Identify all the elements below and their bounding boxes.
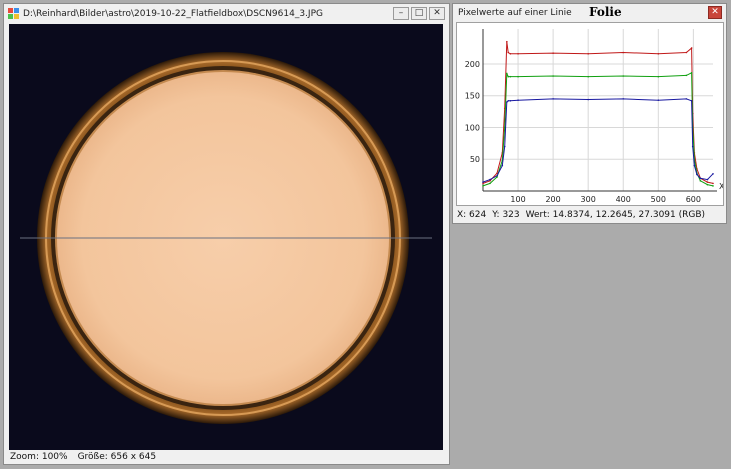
cursor-y: Y: 323 [492,210,520,220]
series-point [587,52,589,55]
series-point [489,182,491,185]
y-tick-label: 200 [465,60,480,69]
profile-window-titlebar[interactable]: Pixelwerte auf einer Linie Folie ✕ [453,4,726,21]
x-tick-label: 200 [545,195,560,204]
series-point [506,40,508,43]
series-point [503,145,506,148]
series-point [685,51,688,54]
y-tick-label: 100 [465,123,480,132]
cursor-x: X: 624 [457,210,487,220]
series-point [489,178,491,181]
close-icon[interactable]: ✕ [429,7,445,20]
series-point [501,164,504,167]
series-point [482,185,484,187]
size-label: Größe: 656 x 645 [77,452,157,462]
image-window-title: D:\Reinhard\Bilder\astro\2019-10-22_Flat… [23,9,323,19]
series-point [517,52,519,55]
series-point [506,101,508,103]
x-tick-label: 400 [616,195,631,204]
restore-icon[interactable]: □ [411,7,427,20]
series-point [622,51,625,54]
series-point [552,52,554,54]
series-point [506,72,508,75]
profile-plot[interactable]: 100 200 300 400 500 600 50 100 150 200 X [456,22,725,206]
series-point [657,99,660,101]
image-statusbar: Zoom: 100% Größe: 656 x 645 [4,450,449,464]
series-point [496,174,498,177]
minimize-icon[interactable]: – [393,7,409,20]
series-point [699,177,702,180]
y-tick-label: 50 [470,155,480,164]
series-point [622,98,625,100]
series-point [712,182,714,185]
series-point [517,99,519,101]
series-point [507,75,510,78]
pixel-value: Wert: 14.8374, 12.2645, 27.3091 (RGB) [525,210,706,220]
x-tick-label: 300 [581,195,596,204]
series-point [509,75,512,78]
series-point [691,145,694,148]
series-point [690,99,693,102]
series-point [706,181,709,183]
series-point [690,72,693,74]
x-tick-label: 100 [510,195,525,204]
x-tick-label: 600 [686,195,701,204]
series-point [706,183,709,186]
close-icon[interactable]: ✕ [708,6,722,19]
series-point [657,52,660,55]
series-point [517,75,519,78]
series-point [657,75,660,78]
flat-field-image [20,52,432,424]
series-point [706,178,709,181]
series-point [509,52,512,55]
series-point [482,181,484,183]
series-point [712,185,714,187]
x-axis-label: X [719,182,723,191]
image-app-icon [8,8,20,20]
series-point [685,74,688,77]
image-canvas[interactable] [9,24,443,450]
series-line [482,71,714,187]
series-point [507,51,510,54]
series-point [696,173,698,176]
profile-statusbar: X: 624 Y: 323 Wert: 14.8374, 12.2645, 27… [453,208,726,222]
series-point [552,98,554,100]
series-point [693,164,696,167]
series-point [690,47,693,49]
series-point [699,180,702,182]
series-point [587,98,589,101]
image-window-titlebar[interactable]: D:\Reinhard\Bilder\astro\2019-10-22_Flat… [4,4,449,24]
series-point [552,75,554,77]
x-tick-label: 500 [651,195,666,204]
series-line [482,98,714,183]
series-point [587,75,589,78]
profile-chart: 100 200 300 400 500 600 50 100 150 200 X [465,29,725,204]
profile-heading: Folie [589,5,622,19]
series-point [509,99,512,102]
y-tick-label: 150 [465,92,480,101]
series-point [685,98,688,100]
profile-window-title: Pixelwerte auf einer Linie [458,7,572,18]
series-point [622,75,625,77]
image-window: D:\Reinhard\Bilder\astro\2019-10-22_Flat… [3,3,450,465]
profile-window: Pixelwerte auf einer Linie Folie ✕ 100 20… [452,3,727,224]
series-point [507,99,510,102]
zoom-label: Zoom: 100% [10,452,68,462]
series-point [712,173,714,175]
series-line [482,41,714,184]
